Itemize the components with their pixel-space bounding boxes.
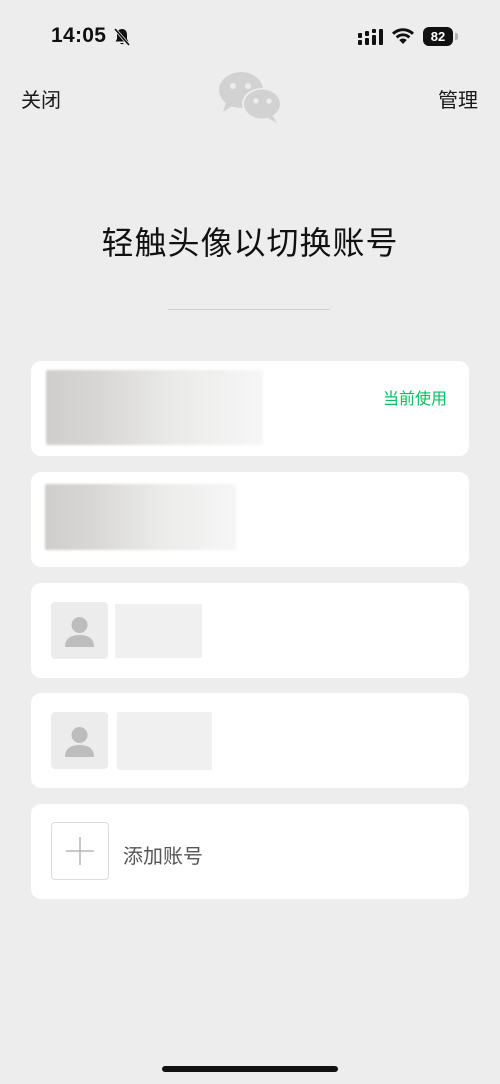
wechat-logo-icon [219,72,282,123]
battery-tip [455,33,458,40]
divider [168,309,330,310]
battery-indicator: 82 [423,27,459,47]
add-account-label: 添加账号 [123,844,203,868]
account-card[interactable] [31,583,469,678]
add-account-button[interactable]: 添加账号 [31,804,469,899]
manage-button[interactable]: 管理 [438,84,478,113]
default-avatar-icon [51,712,108,769]
account-info-blurred [45,484,236,550]
wifi-icon [392,28,414,44]
account-name-blurred [115,604,202,658]
account-name-blurred [117,712,212,770]
plus-icon [51,822,109,880]
bell-slash-icon [113,28,131,46]
account-card[interactable] [31,693,469,788]
status-bar: 14:05 82 [0,0,500,70]
default-avatar-icon [51,602,108,659]
status-time: 14:05 [51,24,107,47]
account-card-current[interactable]: 当前使用 [31,361,469,456]
account-info-blurred [46,370,263,445]
cellular-signal-icon [358,29,383,45]
battery-level: 82 [423,27,453,46]
current-account-badge: 当前使用 [382,389,447,408]
close-button[interactable]: 关闭 [21,84,61,113]
home-indicator[interactable] [162,1066,338,1072]
account-card[interactable] [31,472,469,567]
page-title: 轻触头像以切换账号 [101,224,399,262]
